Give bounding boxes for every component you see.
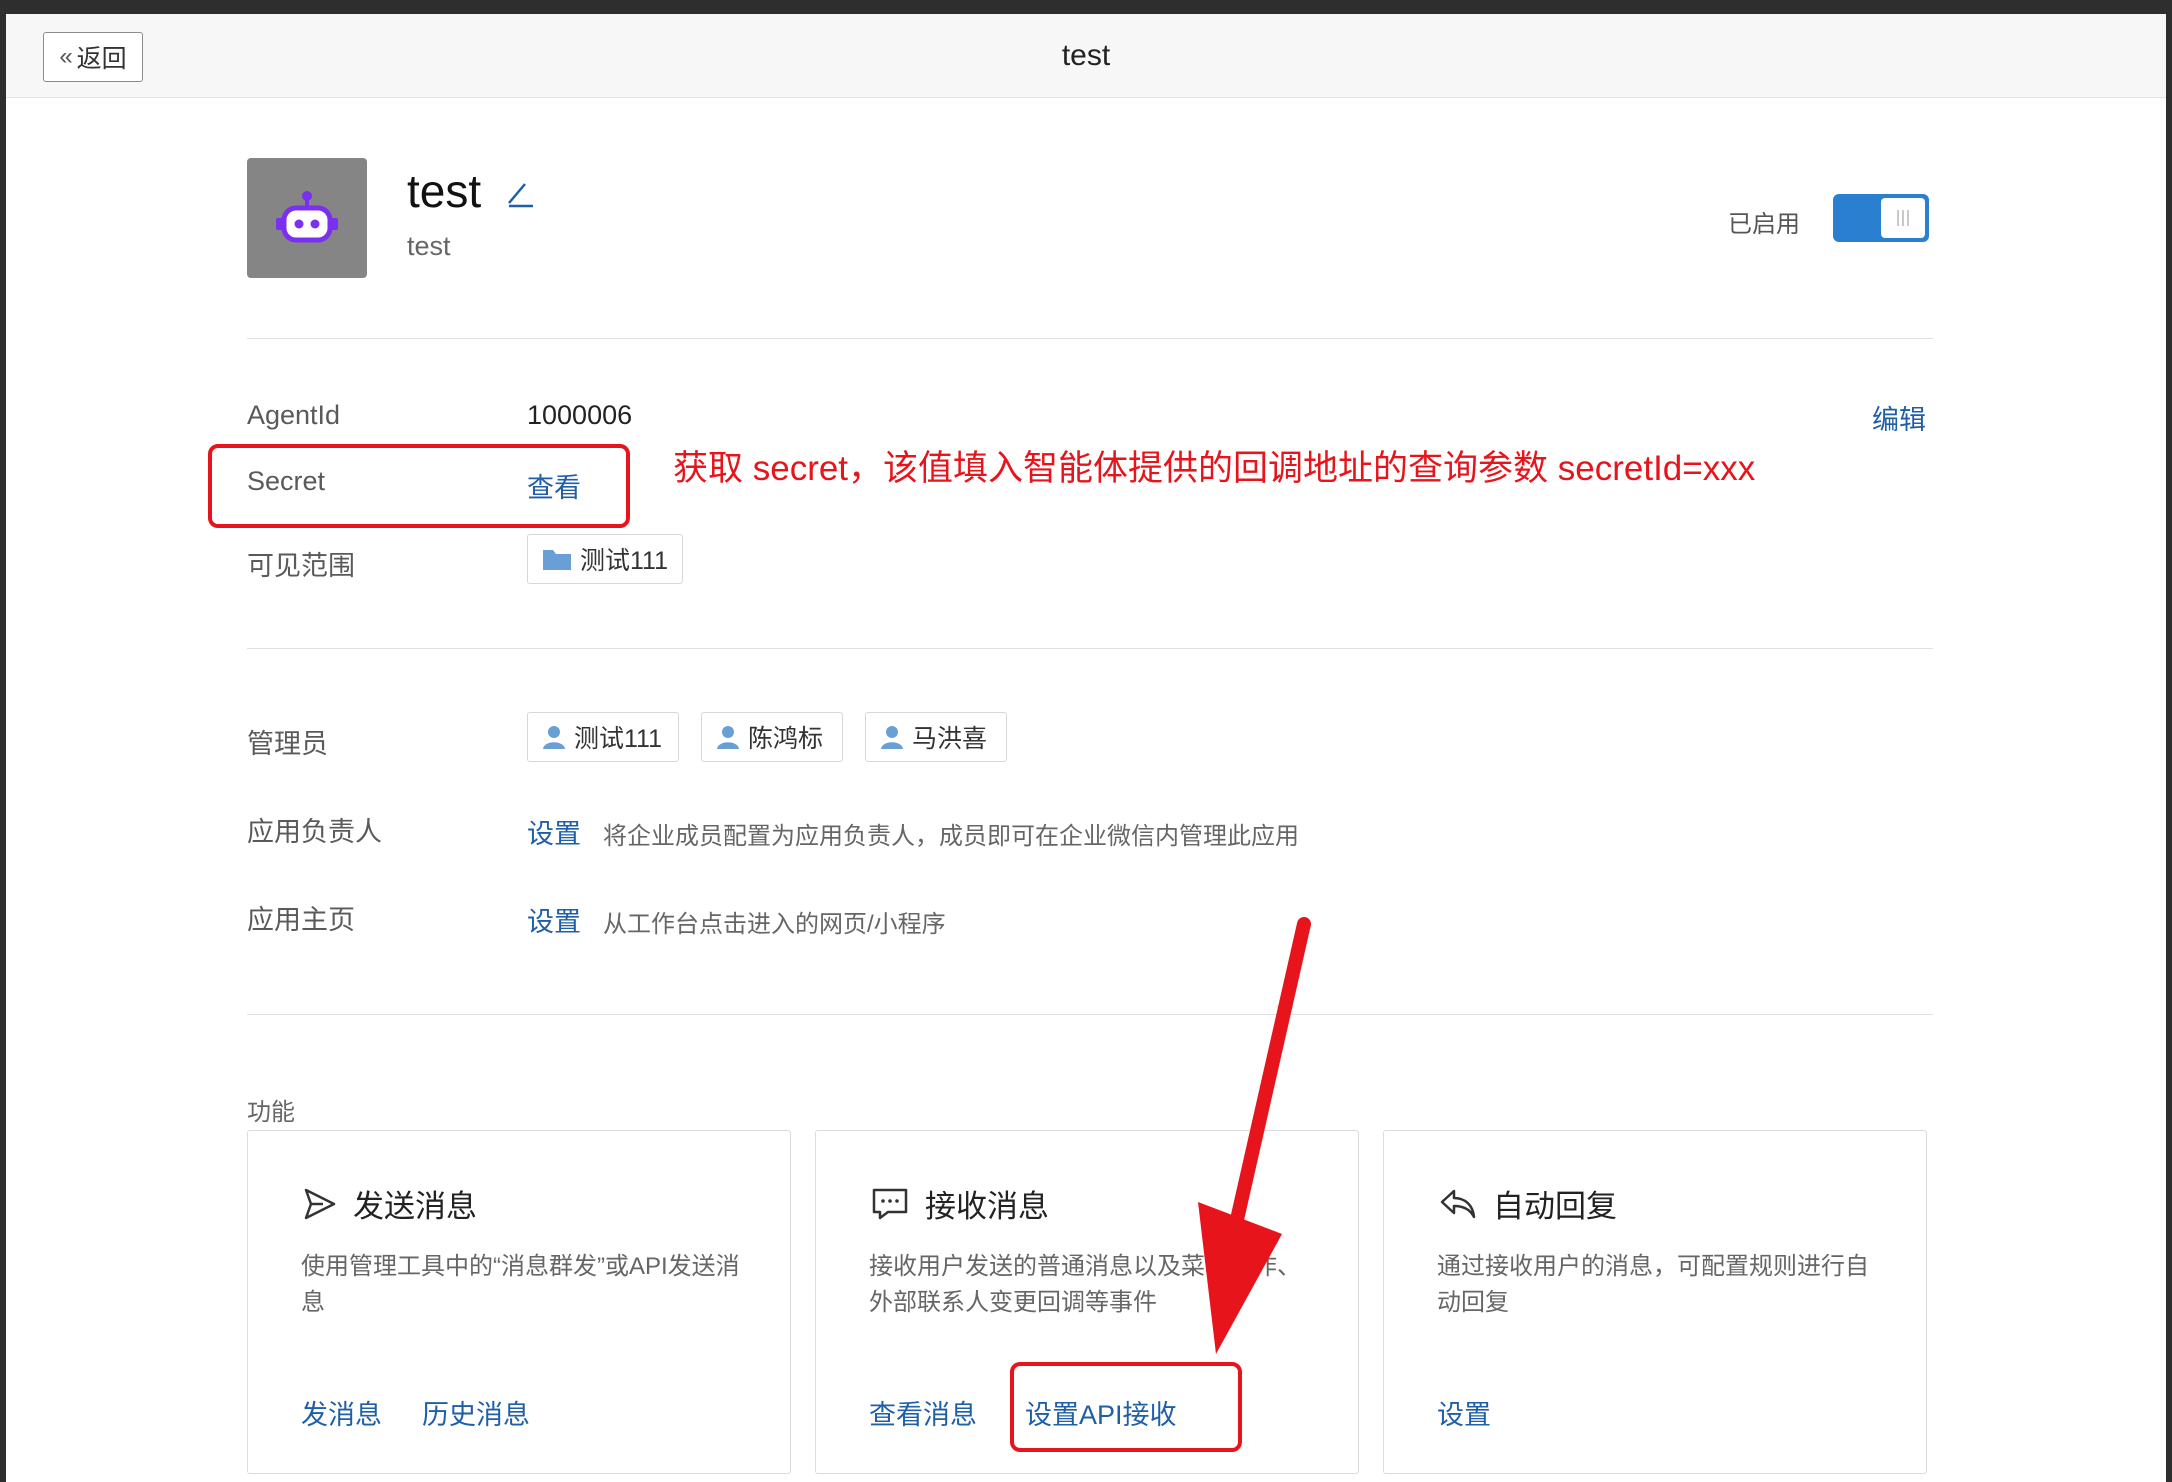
user-icon [881,726,903,749]
homepage-label: 应用主页 [247,905,355,935]
toggle-knob [1881,198,1925,238]
card-actions: 设置 [1437,1393,1491,1432]
app-description: test [407,231,451,261]
app-name: test [407,165,482,217]
send-icon [304,1188,336,1219]
card-title: 自动回复 [1439,1181,1617,1226]
homepage-description: 从工作台点击进入的网页/小程序 [603,911,946,938]
card-title-text: 发送消息 [353,1189,477,1224]
visibility-label: 可见范围 [247,551,355,581]
view-messages-link[interactable]: 查看消息 [869,1393,977,1432]
enable-toggle[interactable] [1833,194,1929,242]
agentid-value: 1000006 [527,400,633,430]
send-message-link[interactable]: 发消息 [301,1393,382,1432]
owner-label: 应用负责人 [247,817,382,847]
top-bar: test « 返回 [6,14,2166,98]
status-label: 已启用 [1728,211,1800,238]
app-avatar [247,158,367,278]
visibility-tag[interactable]: 测试111 [527,534,684,584]
double-chevron-left-icon: « [59,43,73,70]
admin-name: 马洪喜 [912,725,988,753]
back-button-label: 返回 [76,45,127,73]
card-title-text: 自动回复 [1493,1189,1617,1224]
divider [247,1014,1933,1015]
card-description: 通过接收用户的消息，可配置规则进行自动回复 [1437,1253,1869,1316]
divider [247,338,1933,339]
user-icon [717,726,739,749]
admin-tag[interactable]: 测试111 [527,712,679,762]
admin-tag[interactable]: 马洪喜 [865,712,1007,762]
edit-pencil-icon[interactable] [503,176,537,210]
auto-reply-card: 自动回复 通过接收用户的消息，可配置规则进行自动回复 设置 [1383,1130,1927,1474]
card-title-text: 接收消息 [925,1189,1049,1224]
card-actions: 发消息 历史消息 [301,1393,530,1432]
edit-link[interactable]: 编辑 [1872,398,1926,437]
history-messages-link[interactable]: 历史消息 [422,1393,530,1432]
card-title: 接收消息 [871,1181,1049,1226]
agentid-label: AgentId [247,400,341,430]
auto-reply-settings-link[interactable]: 设置 [1437,1393,1491,1432]
divider [247,648,1933,649]
admin-name: 测试111 [574,725,663,753]
send-message-card: 发送消息 使用管理工具中的“消息群发”或API发送消息 发消息 历史消息 [247,1130,791,1474]
back-button[interactable]: « 返回 [43,32,143,82]
app-window: test « 返回 test test 已启用 AgentId 1000006 … [6,14,2166,1482]
visibility-tag-label: 测试111 [580,547,669,575]
admin-name: 陈鸿标 [748,725,824,753]
card-description: 使用管理工具中的“消息群发”或API发送消息 [301,1253,740,1316]
user-icon [543,726,565,749]
admin-tag[interactable]: 陈鸿标 [701,712,843,762]
robot-icon [276,191,338,243]
reply-icon [1440,1189,1476,1218]
chat-icon [872,1188,908,1219]
homepage-set-link[interactable]: 设置 [527,900,581,939]
card-title: 发送消息 [303,1181,477,1226]
api-receive-highlight-box [1010,1362,1242,1452]
folder-icon [543,550,571,570]
features-section-label: 功能 [247,1099,295,1126]
secret-highlight-box [208,444,630,528]
owner-set-link[interactable]: 设置 [527,812,581,851]
secret-annotation: 获取 secret，该值填入智能体提供的回调地址的查询参数 secretId=x… [673,449,1756,488]
page-title: test [1061,39,1111,72]
red-arrow [1198,917,1311,1354]
admins-label: 管理员 [247,729,328,759]
owner-description: 将企业成员配置为应用负责人，成员即可在企业微信内管理此应用 [603,823,1299,850]
